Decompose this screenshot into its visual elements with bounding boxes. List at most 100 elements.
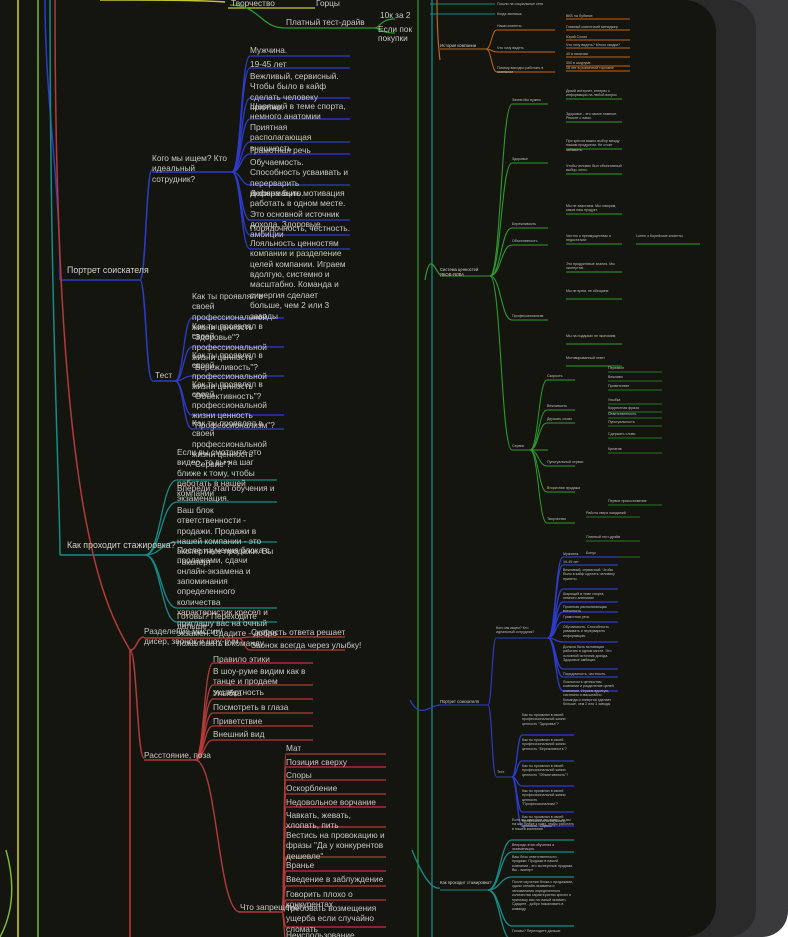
mindmap-node[interactable]: Вранье [286,860,386,870]
mindmap-node[interactable]: Приятная располагающая внешность [563,605,618,614]
mindmap-node[interactable]: Ваш блок ответственности - продажи. Прод… [512,855,574,873]
node-purchases[interactable]: покупки [378,33,408,43]
r-service-item[interactable]: Пунктуальность [608,420,672,424]
mindmap-node[interactable]: Внешний вид [213,729,313,739]
mindmap-node[interactable]: Грамотная речь [250,145,350,155]
branch-internship[interactable]: Как проходит стажировка? [67,540,176,551]
r-service-item[interactable]: Приветствие [608,384,672,388]
r-value[interactable]: Здоровье [512,157,562,161]
r-history-item[interactable]: Что хочу видеть [497,46,557,50]
branch-portrait[interactable]: Портрет соискателя [67,265,149,276]
r-service-item[interactable]: Креатив [608,447,672,451]
r-history-sub[interactable]: Юрий Сонин [566,35,636,39]
mindmap-node[interactable]: Мат [286,743,386,753]
mindmap-node[interactable]: Позиция сверху [286,757,386,767]
mindmap-node[interactable]: Грамотная речь [563,615,618,619]
r-value[interactable]: Объективность [512,239,562,243]
mindmap-node[interactable]: Введение в заблуждение [286,874,386,884]
r-value-note[interactable]: Честно о преимуществах и недостатках [566,234,626,243]
r-history-item[interactable]: Почему выгодно работать в компании [497,66,557,75]
r-values[interactable]: Система ценностей ЯКОВ-ЯЛВА [440,267,488,278]
mindmap-node[interactable]: Вестись на провокацию и фразы "Да у конк… [286,830,386,861]
r-value-note[interactable]: Мотивированный ответ [566,356,626,360]
node-who[interactable]: Кого мы ищем? Кто идеальный сотрудник? [152,153,234,184]
node-posture[interactable]: Расстояние, поза [144,750,211,760]
mindmap-node[interactable]: Обучаемость. Способность усваивать и пер… [563,625,618,638]
mindmap-node[interactable]: Как ты проявлял в своей профессиональной… [522,789,574,807]
mindmap-node[interactable]: Неиспользование [286,930,386,937]
r-value[interactable]: Бережливость [512,222,562,226]
r-service-item[interactable]: Ответственность [608,412,672,416]
mindmap-canvas[interactable]: Творчество Горцы Платный тест-драйв 10к … [0,0,716,937]
r-service-item[interactable]: Сдержать слово [608,432,672,436]
r-value[interactable]: Сервис [512,444,562,448]
mindmap-node[interactable]: Как ты проявлял в своей профессиональной… [522,713,574,726]
r-call[interactable]: Когда звонишь [497,12,522,16]
r-history-sub[interactable]: ВКБ на Лубянке [566,14,636,18]
r-value-note[interactable]: Здоровье - это самое главное. Ремонт с н… [566,112,626,121]
mindmap-node[interactable]: Как ты проявлял в своей профессиональной… [522,738,574,751]
r-service[interactable]: Держать слово [547,417,597,421]
r-history-sub[interactable]: 16 лет в розничной торговле [566,66,636,70]
mindmap-node[interactable]: Как ты проявлял в своей профессиональной… [522,764,574,777]
mindmap-node[interactable]: Улыбка [213,688,313,698]
r-service-item[interactable]: Вежливо [608,375,672,379]
r-value-note[interactable]: Дикий интернет, интерес к информации на … [566,89,626,98]
node-gorcy[interactable]: Горцы [316,0,340,8]
node-creativity[interactable]: Творчество [231,0,275,8]
mindmap-node[interactable]: После изучения блока с продажами, сдачи … [512,880,574,911]
mindmap-node[interactable]: Оскорбление [286,783,386,793]
mindmap-node[interactable]: Лояльность ценностям компании и разделен… [563,680,618,707]
r-history[interactable]: История компании [440,43,476,48]
mindmap-node[interactable]: Если вы смотрите это видео, то вы на шаг… [512,818,574,831]
mindmap-node[interactable]: Впереди этап обучения и экзаменация. [512,843,574,852]
mindmap-node[interactable]: Порядочность, честность. [563,672,618,676]
mindmap-node[interactable]: Недовольное ворчание [286,797,386,807]
r-value-note[interactable]: Чтобы человек был объективный выбор, клю… [566,164,626,173]
mindmap-node[interactable]: Готовы? Переходите дальше [512,929,574,933]
mindmap-node[interactable]: Споры [286,770,386,780]
r-service[interactable]: Пунктуальный сервис [547,460,597,464]
r-history-sub[interactable]: 40 в наличии [566,52,636,56]
mindmap-node[interactable]: Впереди этап обучения и экзаменация. [177,483,277,504]
mindmap-node[interactable]: Должна быть мотивация работать в одном м… [563,645,618,663]
r-service[interactable]: Творчество [547,517,597,521]
mindmap-node[interactable]: Мужчина. [563,552,618,556]
r-value-note[interactable]: Мы не врем, не обещаем [566,289,626,293]
r-portrait[interactable]: Портрет соискателя [440,699,479,704]
mindmap-node[interactable]: Мужчина. [250,45,350,55]
node-10k[interactable]: 10к за 2 [380,10,411,20]
mindmap-node[interactable]: Приветствие [213,716,313,726]
r-value-note[interactable]: Про кресла важно выбор между нашим проду… [566,139,626,152]
r-service[interactable]: Вторичная продажа [547,486,597,490]
r-value-note[interactable]: Это продуктовые знания. Мы экспертны [566,262,626,271]
mindmap-node[interactable]: 19-45 лет [250,59,350,69]
r-test[interactable]: Тест [497,770,504,774]
mindmap-node[interactable]: Шарящий в теме спорта, немного анатомии [250,101,350,122]
node-paid-test[interactable]: Платный тест-драйв [286,17,365,27]
r-history-sub[interactable]: Главный клиентский менеджер [566,25,636,29]
r-value-note[interactable]: Lorem о Корейские клиенты [636,234,696,238]
r-service-item[interactable]: Первое прикосновение [608,499,672,503]
r-value-note[interactable]: Мы не хвастаем. Мы говорим, каков наш пр… [566,204,626,213]
r-service-item[interactable]: Работа сверх ожиданий [586,511,650,515]
r-service-item[interactable]: Улыбка [608,398,672,402]
r-service-item[interactable]: Корректная фраза [608,406,672,410]
mindmap-node[interactable]: Шарящий в теме спорта, немного анатомии [563,592,618,601]
node-red-top[interactable]: Разделение миссии/дисер, звонок и шоу-ру… [144,626,244,647]
r-value-note[interactable]: Мы на подарках не экономим [566,334,626,338]
mindmap-node[interactable]: Чавкать, жевать, хлопать, пить [286,810,386,831]
r-who[interactable]: Кого мы ищем? Кто идеальный сотрудник? [496,626,540,635]
node-smile-call[interactable]: Звонок всегда через улыбку! [251,640,361,650]
r-social[interactable]: Пошли на социальные сети [497,2,543,6]
r-value[interactable]: Профессионализм [512,314,562,318]
r-history-sub[interactable]: 300 в шоуруме [566,61,636,65]
mindmap-node[interactable]: Вежливый, сервисный. Чтобы было в кайф с… [563,568,618,581]
r-service[interactable]: Скорость [547,374,597,378]
r-service-item[interactable]: Платный тест-драйв [586,535,650,539]
mindmap-node[interactable]: Посмотреть в глаза [213,702,313,712]
mindmap-node[interactable]: Порядочность, честность. [250,223,350,233]
node-test[interactable]: Тест [155,370,172,380]
r-history-sub[interactable]: Что хочу видеть? Много скидки? [566,43,636,47]
r-internship[interactable]: Как проходит стажировка? [440,880,492,885]
